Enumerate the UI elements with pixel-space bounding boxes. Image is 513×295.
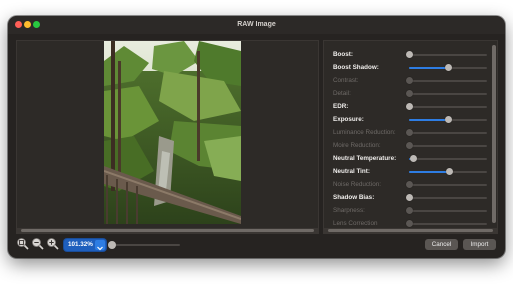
zoom-to-fit-icon — [17, 238, 29, 250]
setting-label: EDR: — [333, 103, 349, 110]
setting-slider-noise-reduction — [405, 181, 487, 188]
setting-label: Detail: — [333, 90, 351, 97]
setting-row-shadow-bias: Shadow Bias: — [324, 191, 490, 204]
setting-slider-detail — [405, 90, 487, 97]
zoom-level-select[interactable]: 101.32% — [64, 239, 106, 251]
slider-knob[interactable] — [446, 168, 454, 175]
setting-label: Boost: — [333, 51, 353, 58]
setting-label: Neutral Temperature: — [333, 155, 397, 162]
setting-label: Shadow Bias: — [333, 194, 375, 201]
setting-row-sharpness: Sharpness: — [324, 204, 490, 217]
slider-fill — [409, 171, 450, 173]
setting-slider-luminance-reduction — [405, 129, 487, 136]
setting-label: Boost Shadow: — [333, 64, 379, 71]
setting-slider-neutral-tint[interactable] — [409, 168, 487, 175]
zoom-out-icon — [32, 238, 44, 250]
setting-row-moire-reduction: Moire Reduction: — [324, 139, 490, 152]
slider-knob[interactable] — [405, 103, 413, 110]
slider-knob — [405, 181, 413, 188]
setting-label: Neutral Tint: — [333, 168, 370, 175]
preview-horizontal-scrollbar[interactable] — [17, 228, 318, 233]
slider-knob — [405, 220, 413, 227]
slider-knob — [405, 142, 413, 149]
setting-label: Exposure: — [333, 116, 364, 123]
slider-fill — [409, 119, 448, 121]
zoom-slider-track[interactable] — [112, 244, 180, 246]
cancel-button[interactable]: Cancel — [425, 239, 458, 250]
raw-settings-panel: Boost: Boost Shadow: Contrast: Detail: EDR: E… — [323, 40, 498, 234]
slider-knob[interactable] — [410, 155, 418, 162]
import-button[interactable]: Import — [463, 239, 496, 250]
image-preview-pane — [16, 40, 319, 234]
setting-slider-lens-correction — [405, 220, 487, 227]
raw-image-window: RAW Image Boost: Boost Shadow: Contrast:… — [8, 16, 505, 258]
zoom-level-value: 101.32% — [68, 241, 93, 248]
zoom-in-icon — [47, 238, 59, 250]
slider-knob[interactable] — [444, 116, 452, 123]
setting-row-detail: Detail: — [324, 87, 490, 100]
setting-slider-boost-shadow[interactable] — [409, 64, 487, 71]
photo-icon — [104, 41, 241, 224]
setting-row-boost: Boost: — [324, 48, 490, 61]
slider-knob[interactable] — [444, 64, 452, 71]
title-bar: RAW Image — [8, 16, 505, 34]
setting-label: Luminance Reduction: — [333, 129, 396, 136]
settings-horizontal-scrollbar[interactable] — [324, 228, 497, 233]
setting-slider-boost[interactable] — [405, 51, 487, 58]
zoom-slider-knob[interactable] — [108, 241, 116, 249]
slider-knob — [405, 129, 413, 136]
setting-row-neutral-tint: Neutral Tint: — [324, 165, 490, 178]
zoom-to-fit-button[interactable] — [16, 237, 29, 250]
zoom-out-button[interactable] — [31, 237, 44, 250]
setting-label: Moire Reduction: — [333, 142, 381, 149]
slider-knob[interactable] — [405, 51, 413, 58]
setting-slider-moire-reduction — [405, 142, 487, 149]
setting-slider-shadow-bias[interactable] — [405, 194, 487, 201]
setting-slider-exposure[interactable] — [409, 116, 487, 123]
setting-slider-sharpness — [405, 207, 487, 214]
setting-label: Noise Reduction: — [333, 181, 381, 188]
slider-knob — [405, 77, 413, 84]
setting-row-contrast: Contrast: — [324, 74, 490, 87]
setting-row-exposure: Exposure: — [324, 113, 490, 126]
setting-row-edr: EDR: — [324, 100, 490, 113]
setting-row-neutral-temperature: Neutral Temperature: — [324, 152, 490, 165]
setting-row-boost-shadow: Boost Shadow: — [324, 61, 490, 74]
chevron-down-icon[interactable] — [95, 240, 105, 251]
slider-knob[interactable] — [405, 194, 413, 201]
setting-slider-edr[interactable] — [405, 103, 487, 110]
settings-scroll-thumb[interactable] — [328, 229, 493, 232]
setting-slider-neutral-temperature[interactable] — [409, 155, 487, 162]
setting-slider-contrast — [405, 77, 487, 84]
preview-scroll-thumb[interactable] — [21, 229, 314, 232]
slider-knob — [405, 90, 413, 97]
setting-row-luminance-reduction: Luminance Reduction: — [324, 126, 490, 139]
window-title: RAW Image — [237, 21, 276, 28]
slider-knob — [405, 207, 413, 214]
setting-label: Sharpness: — [333, 207, 365, 214]
preview-image — [104, 41, 241, 224]
slider-fill — [409, 67, 448, 69]
setting-row-noise-reduction: Noise Reduction: — [324, 178, 490, 191]
zoom-in-button[interactable] — [46, 237, 59, 250]
settings-vertical-scrollbar[interactable] — [492, 45, 496, 223]
setting-label: Contrast: — [333, 77, 359, 84]
